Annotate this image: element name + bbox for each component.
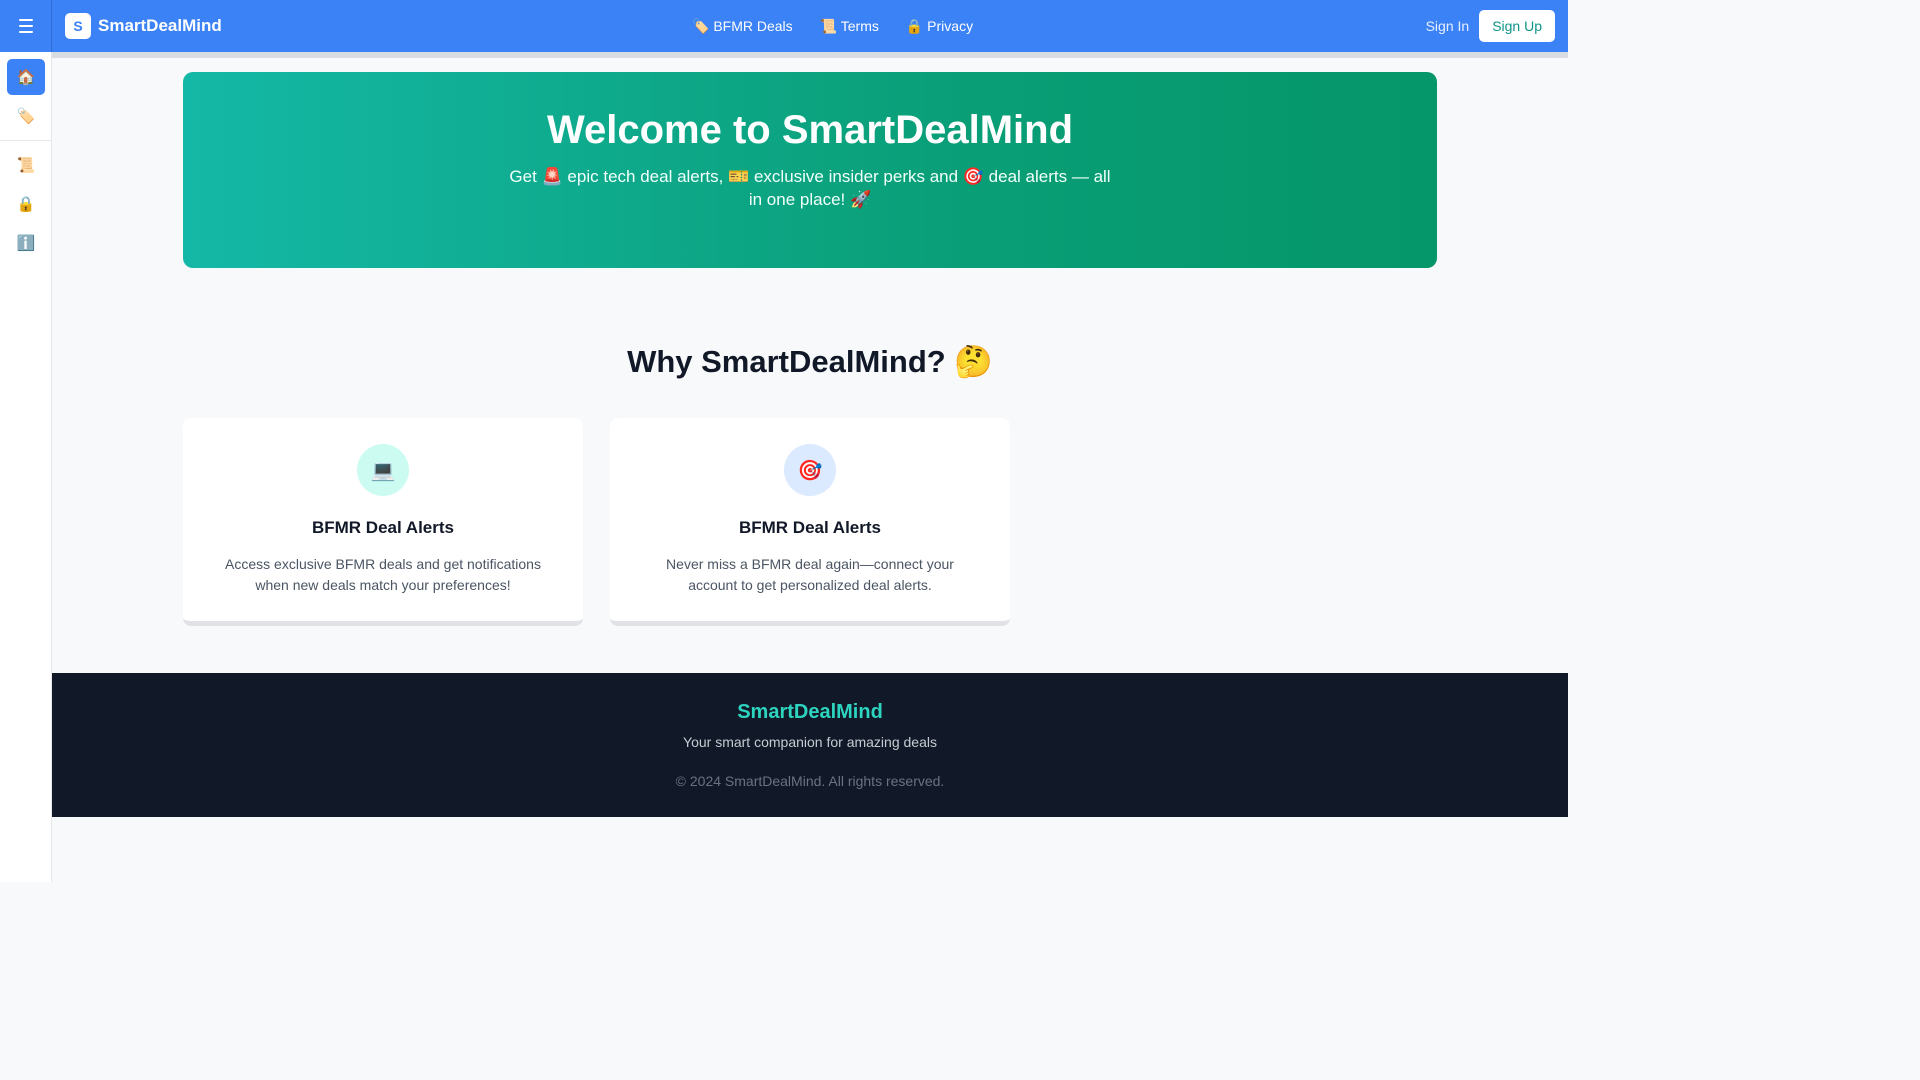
top-nav: 🏷️ BFMR Deals 📜 Terms 🔒 Privacy [692,0,973,52]
feature-card: 💻 BFMR Deal Alerts Access exclusive BFMR… [183,418,583,626]
home-icon: 🏠 [16,69,36,86]
sidebar-item-deals[interactable]: 🏷️ [7,98,45,134]
scroll-icon: 📜 [16,157,36,174]
nav-link-terms[interactable]: 📜 Terms [820,18,879,35]
feature-card-title: BFMR Deal Alerts [738,518,881,537]
sidebar-item-home[interactable]: 🏠 [7,59,45,95]
hero-banner: Welcome to SmartDealMind Get 🚨 epic tech… [183,72,1437,268]
target-icon: 🎯 [784,444,836,496]
footer-brand: SmartDealMind [737,701,883,723]
hamburger-icon [18,17,33,35]
why-section-title: Why SmartDealMind? 🤔 [627,344,993,379]
footer-tagline: Your smart companion for amazing deals [683,734,937,750]
top-navbar: S SmartDealMind 🏷️ BFMR Deals 📜 Terms 🔒 … [0,0,1568,52]
info-icon: ℹ️ [16,235,36,252]
feature-card-text: Access exclusive BFMR deals and get noti… [225,556,541,593]
sign-in-link[interactable]: Sign In [1426,18,1470,34]
sidebar-item-info[interactable]: ℹ️ [7,225,45,261]
top-strip [52,52,1568,58]
sidebar-item-terms[interactable]: 📜 [7,147,45,183]
lock-icon: 🔒 [16,196,36,213]
sign-up-button[interactable]: Sign Up [1479,10,1555,42]
nav-link-bfmr-deals[interactable]: 🏷️ BFMR Deals [692,18,793,35]
hero-title: Welcome to SmartDealMind [546,108,1074,152]
footer: SmartDealMind Your smart companion for a… [52,673,1568,817]
brand-name: SmartDealMind [98,16,222,35]
tag-icon: 🏷️ [16,108,36,125]
footer-copyright: © 2024 SmartDealMind. All rights reserve… [675,773,945,789]
hamburger-menu-button[interactable] [0,0,52,52]
sidebar: 🏠 🏷️ 📜 🔒 ℹ️ [0,52,52,882]
brand-link[interactable]: S SmartDealMind [65,13,222,39]
hero-subtitle: Get 🚨 epic tech deal alerts, 🎫 exclusive… [509,167,1111,209]
sidebar-divider [0,140,51,141]
feature-card-title: BFMR Deal Alerts [311,518,454,537]
feature-card-text: Never miss a BFMR deal again—connect you… [666,556,954,593]
nav-link-privacy[interactable]: 🔒 Privacy [906,18,973,35]
brand-logo: S [65,13,91,39]
sidebar-item-privacy[interactable]: 🔒 [7,186,45,222]
laptop-icon: 💻 [357,444,409,496]
auth-actions: Sign In Sign Up [1426,10,1555,42]
feature-card: 🎯 BFMR Deal Alerts Never miss a BFMR dea… [610,418,1010,626]
